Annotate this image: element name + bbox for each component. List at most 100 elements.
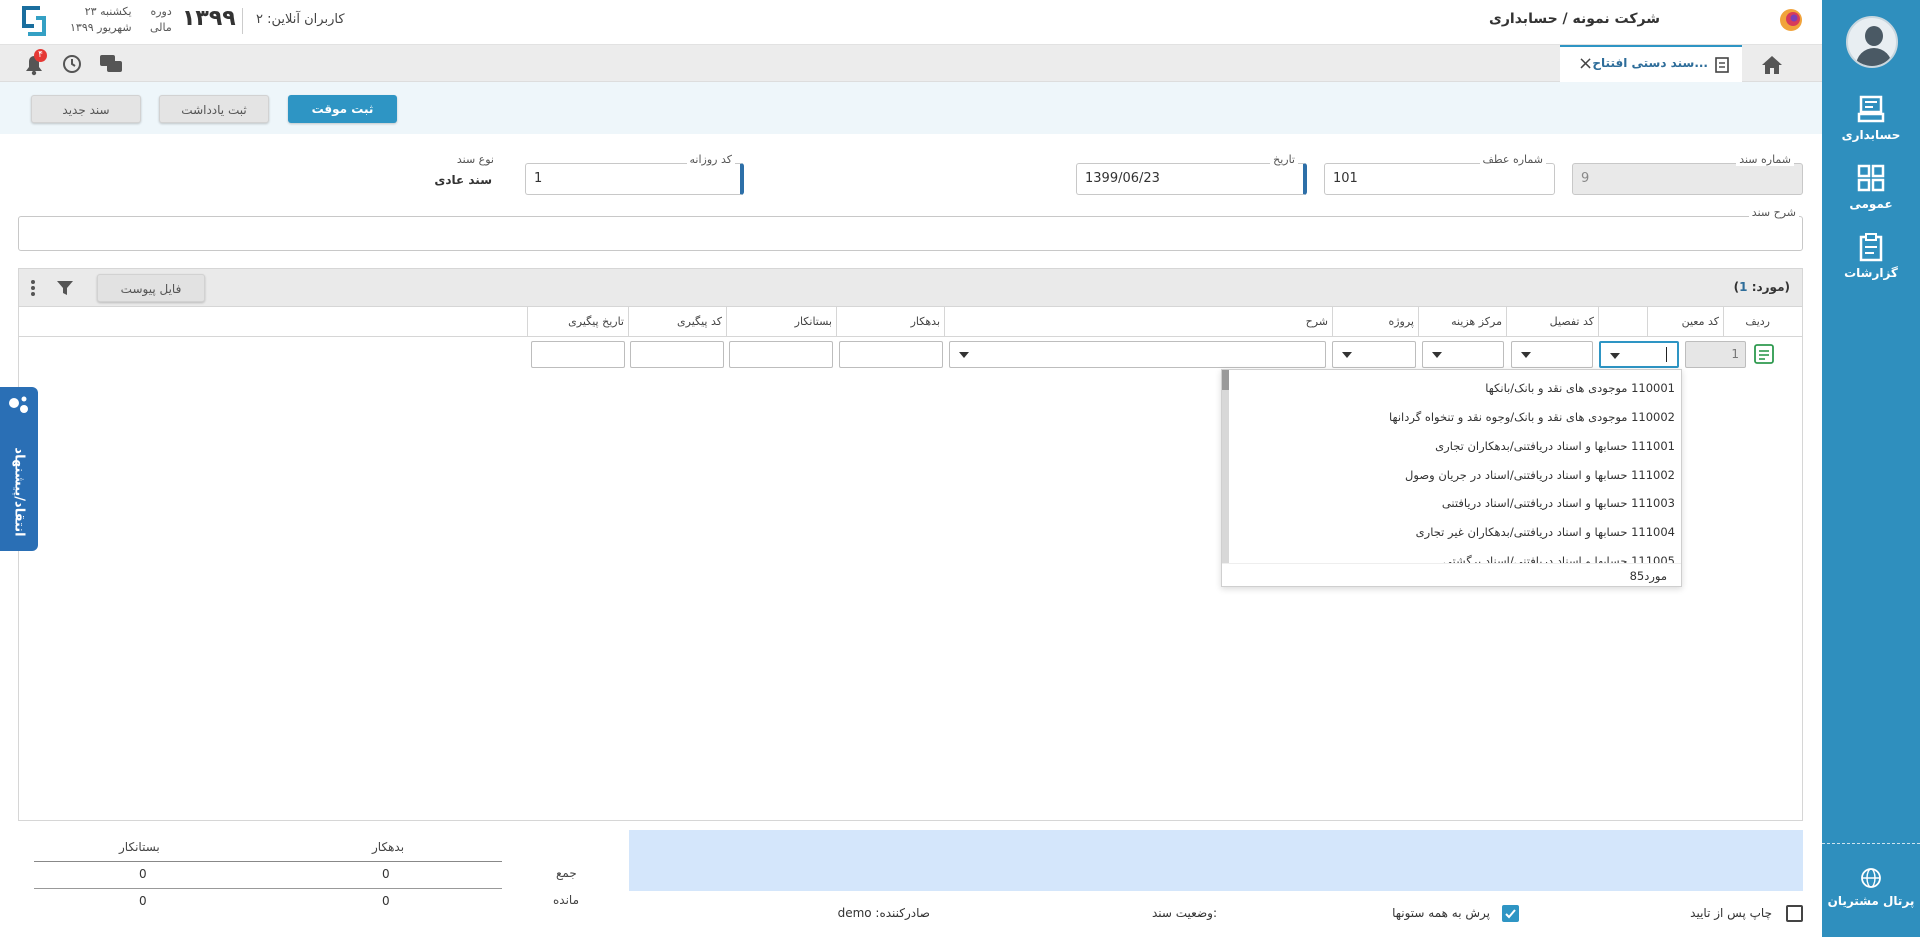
dropdown-option[interactable]: 111005 حسابها و اسناد دریافتنی/اسناد برگ…	[1443, 554, 1675, 563]
app-logo-icon	[1780, 9, 1802, 31]
notification-badge: ۴	[34, 49, 47, 62]
sum-credit-value: 0	[139, 867, 147, 881]
top-header: شرکت نمونه / حسابداری یکشنبه ۲۳ شهریور ۱۳…	[0, 0, 1822, 45]
tafsil-code-input[interactable]	[1511, 341, 1593, 368]
doc-number-label: شماره سند	[1736, 153, 1794, 166]
clipboard-icon	[1859, 233, 1883, 262]
cost-center-input[interactable]	[1422, 341, 1504, 368]
fiscal-year: ۱۳۹۹	[182, 6, 236, 31]
project-input[interactable]	[1332, 341, 1416, 368]
col-row: ردیف	[1723, 307, 1774, 336]
sum-debit-value: 0	[382, 867, 390, 881]
action-toolbar: ثبت موقت ثبت یادداشت سند جدید	[0, 82, 1822, 134]
sidebar-item-general[interactable]: عمومی	[1822, 163, 1920, 211]
dropdown-option[interactable]: 110001 موجودی های نقد و بانک/بانکها	[1485, 381, 1675, 395]
dropdown-footer: 85مورد	[1222, 563, 1681, 586]
home-icon[interactable]	[1760, 54, 1784, 76]
sidebar-item-accounting[interactable]: حسابداری	[1822, 94, 1920, 142]
side-nav: حسابداری عمومی گزارشات پرتال مشتریان	[1822, 0, 1920, 937]
col-tracking-code[interactable]: کد پیگیری	[628, 307, 726, 336]
brand-logo-icon	[22, 6, 46, 36]
date-label: تاریخ	[1270, 153, 1298, 166]
ref-number-label: شماره عطف	[1479, 153, 1546, 166]
doc-description-label: شرح سند	[1748, 206, 1799, 219]
chevron-down-icon[interactable]	[1432, 352, 1442, 358]
sidebar-item-label: گزارشات	[1844, 266, 1898, 280]
tab-document[interactable]: سند دستی افتتاح... ×	[1560, 45, 1742, 82]
globe-icon	[1861, 868, 1881, 888]
doc-type-value: سند عادی	[434, 173, 492, 187]
chevron-down-icon[interactable]	[1342, 352, 1352, 358]
dropdown-total: 85مورد	[1629, 569, 1667, 583]
dropdown-option[interactable]: 111001 حسابها و اسناد دریافتنی/بدهکاران …	[1435, 439, 1675, 453]
dropdown-option[interactable]: 111003 حسابها و اسناد دریافتنی/اسناد دری…	[1442, 496, 1675, 510]
footer-highlight-panel	[629, 830, 1803, 891]
grid-icon	[1857, 164, 1885, 192]
col-cost-center[interactable]: مرکز هزینه	[1418, 307, 1506, 336]
current-date: یکشنبه ۲۳ شهریور ۱۳۹۹	[70, 5, 132, 34]
daily-code-field[interactable]: 1	[525, 163, 744, 195]
col-moein[interactable]: کد معین	[1647, 307, 1723, 336]
grid-toolbar: (مورد: 1) فایل پیوست	[19, 269, 1802, 307]
attach-file-button[interactable]: فایل پیوست	[97, 274, 205, 302]
feedback-tab[interactable]: انتقاد/پیشنهاد	[0, 387, 38, 551]
customer-portal-link[interactable]: پرتال مشتریان	[1822, 866, 1920, 908]
chevron-down-icon[interactable]	[959, 352, 969, 358]
ref-number-field[interactable]: 101	[1324, 163, 1555, 195]
scrollbar-thumb[interactable]	[1222, 370, 1229, 390]
daily-code-label: کد روزانه	[686, 153, 735, 166]
grid-row-count: (مورد: 1)	[1733, 280, 1790, 294]
chat-icon[interactable]	[98, 52, 124, 76]
doc-number-field: 9	[1572, 163, 1803, 195]
description-input[interactable]	[949, 341, 1326, 368]
feedback-icon	[9, 396, 28, 413]
doc-description-field[interactable]	[18, 216, 1803, 251]
tab-label: سند دستی افتتاح...	[1592, 56, 1708, 70]
new-document-button[interactable]: سند جدید	[31, 95, 141, 123]
save-note-button[interactable]: ثبت یادداشت	[159, 95, 269, 123]
document-status: وضعیت سند:	[1151, 906, 1217, 920]
online-users[interactable]: کاربران آنلاین: ۲	[256, 12, 345, 27]
feedback-label: انتقاد/پیشنهاد	[11, 447, 27, 537]
chevron-down-icon[interactable]	[1610, 353, 1620, 359]
sidebar-item-reports[interactable]: گزارشات	[1822, 232, 1920, 280]
moein-dropdown-list[interactable]: 110001 موجودی های نقد و بانک/بانکها 1100…	[1221, 369, 1682, 587]
tracking-code-input[interactable]	[630, 341, 724, 368]
document-icon	[1715, 57, 1729, 73]
summary-divider	[34, 861, 502, 862]
dropdown-option[interactable]: 111004 حسابها و اسناد دریافتنی/بدهکاران …	[1416, 525, 1675, 539]
more-options-icon[interactable]	[29, 278, 37, 298]
issuer-label: صادرکننده: demo	[837, 906, 930, 920]
remain-label: مانده	[553, 893, 580, 907]
close-icon[interactable]: ×	[1578, 53, 1593, 74]
col-debit[interactable]: بدهکار	[836, 307, 944, 336]
col-project[interactable]: پروژه	[1332, 307, 1418, 336]
dropdown-option[interactable]: 111002 حسابها و اسناد دریافتنی/اسناد در …	[1405, 468, 1675, 482]
col-tafsil[interactable]: کد تفصیل	[1506, 307, 1598, 336]
dropdown-option[interactable]: 110002 موجودی های نقد و بانک/وجوه نقد و …	[1389, 410, 1675, 424]
portal-label: پرتال مشتریان	[1827, 894, 1915, 908]
nav-divider	[1822, 843, 1920, 844]
row-notes-icon[interactable]	[1752, 342, 1776, 366]
col-description[interactable]: شرح	[944, 307, 1332, 336]
filter-icon[interactable]	[55, 278, 75, 298]
fiscal-label: دوره مالی	[150, 5, 172, 34]
col-tracking-date[interactable]: تاریخ پیگیری	[527, 307, 628, 336]
dropdown-scrollbar[interactable]	[1222, 370, 1229, 563]
jump-all-columns-checkbox[interactable]	[1502, 905, 1519, 922]
credit-input[interactable]	[729, 341, 833, 368]
debit-input[interactable]	[839, 341, 943, 368]
chevron-down-icon[interactable]	[1521, 352, 1531, 358]
print-after-confirm-checkbox[interactable]	[1786, 905, 1803, 922]
accounting-icon	[1857, 95, 1885, 123]
col-credit[interactable]: بستانکار	[726, 307, 836, 336]
summary-debit-header: بدهکار	[372, 840, 405, 854]
tab-bar: سند دستی افتتاح... × ۴	[0, 45, 1822, 82]
tracking-date-input[interactable]	[531, 341, 625, 368]
company-title: شرکت نمونه / حسابداری	[1489, 11, 1660, 27]
moein-code-input[interactable]	[1599, 341, 1679, 368]
temp-save-button[interactable]: ثبت موقت	[288, 95, 397, 123]
date-field[interactable]: 1399/06/23	[1076, 163, 1307, 195]
history-icon[interactable]	[60, 52, 84, 76]
user-avatar[interactable]	[1846, 16, 1898, 68]
